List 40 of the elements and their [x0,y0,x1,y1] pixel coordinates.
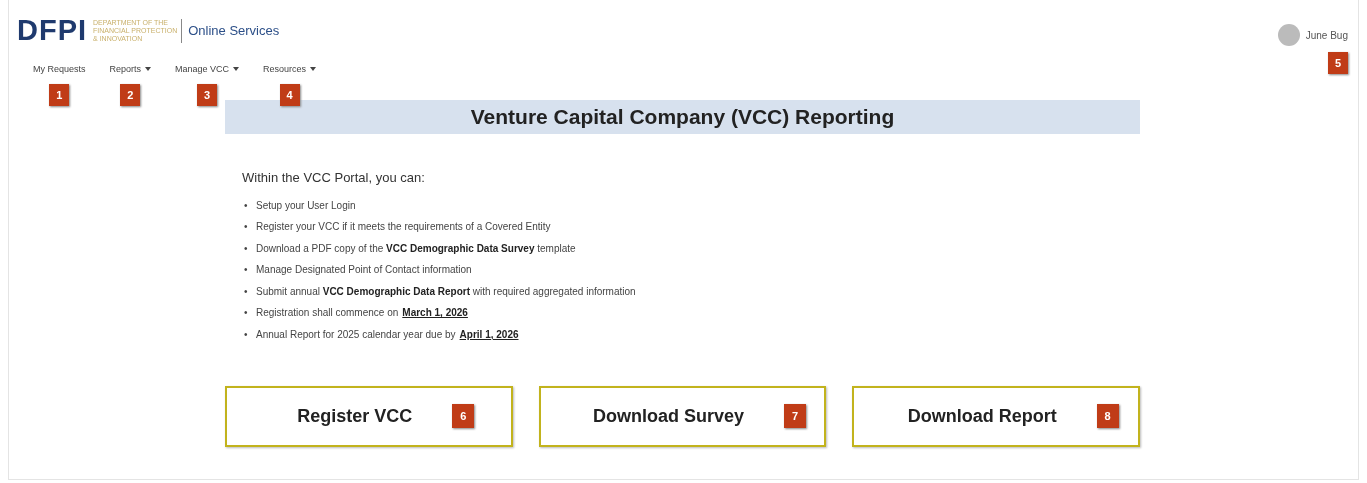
bullet-mark: • [244,285,249,298]
bullet-mark: • [244,199,249,212]
nav-menu-item[interactable]: Reports [109,64,152,74]
list-item: Download a PDF copy of the VCC Demographic Data Survey template [256,242,576,255]
list-item: Submit annual VCC Demographic Data Report with required aggregated information [256,285,636,298]
list-item: Manage Designated Point of Contact information [256,264,472,277]
list-item: Annual Report for 2025 calendar year due by [256,328,456,341]
bullet-mark: • [244,328,249,341]
callout-marker: 6 [452,404,475,428]
list-item: Setup your User Login [256,199,356,212]
bullet-mark: • [244,307,249,320]
callout-marker: 3 [197,84,218,106]
caret-icon [233,67,240,71]
action-button[interactable]: Download Report 8 [852,385,1140,447]
logo-text[interactable]: DFPI [17,14,88,47]
action-button[interactable]: Download Survey 7 [538,385,827,447]
avatar-icon[interactable] [1277,24,1300,46]
callout-marker: 1 [49,84,70,106]
date-link[interactable]: April 1, 2026 [459,328,519,341]
intro-text: Within the VCC Portal, you can: [242,170,426,185]
nav-menu-item[interactable]: My Requests [33,64,86,74]
callout-marker: 5 [1328,52,1348,74]
page-title-banner: Venture Capital Company (VCC) Reporting [225,100,1140,134]
bullet-mark: • [244,221,249,234]
caret-icon [310,67,317,71]
caret-icon [145,67,152,71]
bullet-mark: • [244,242,249,255]
nav-menu-item[interactable]: Manage VCC [175,64,240,74]
date-link[interactable]: March 1, 2026 [402,307,468,320]
nav-menu-item[interactable]: Resources [263,64,317,74]
list-item: Registration shall commence on [256,307,399,320]
callout-marker: 4 [279,84,300,106]
user-name[interactable]: June Bug [1305,29,1348,41]
action-button[interactable]: Register VCC 6 [225,385,513,447]
list-item: Register your VCC if it meets the requirements of a Covered Entity [256,221,551,234]
site-name: Online Services [188,23,280,38]
callout-marker: 2 [120,84,141,106]
bullet-mark: • [244,264,249,277]
callout-marker: 7 [784,404,806,428]
callout-marker: 8 [1096,404,1119,428]
